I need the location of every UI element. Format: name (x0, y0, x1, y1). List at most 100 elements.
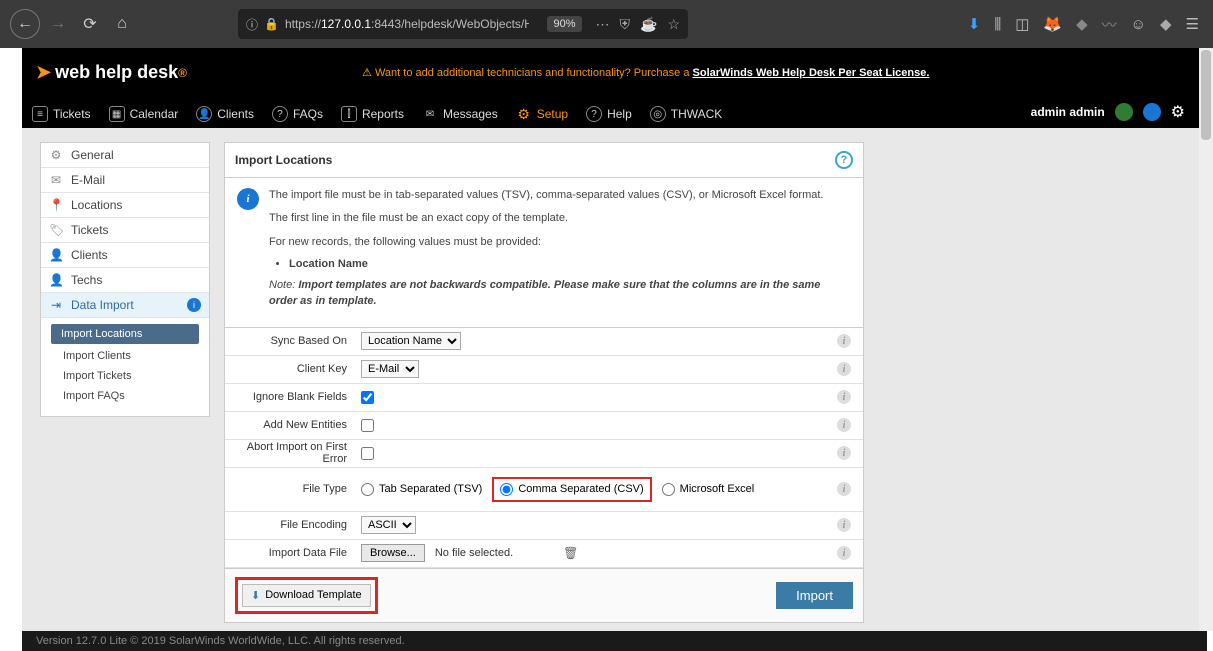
extension-icon-1[interactable]: 🦊 (1043, 15, 1062, 33)
select-encoding[interactable]: ASCII (361, 516, 416, 534)
sidebar-submenu: Import Locations Import Clients Import T… (41, 318, 209, 416)
nav-clients[interactable]: 👤Clients (196, 106, 254, 122)
profile-icon[interactable]: 👤 (1143, 103, 1161, 121)
sidebar-item-email[interactable]: ✉E-Mail (41, 168, 209, 193)
gear-small-icon: ⚙ (49, 148, 63, 162)
label-ignore: Ignore Blank Fields (225, 391, 355, 403)
nav-home-button[interactable]: ⌂ (108, 10, 136, 38)
calendar-icon: ▦ (109, 106, 125, 122)
sub-import-tickets[interactable]: Import Tickets (41, 366, 209, 386)
checkbox-add-new[interactable] (361, 419, 374, 432)
label-abort: Abort Import on First Error (225, 441, 355, 465)
downloads-icon[interactable]: ⬇ (968, 15, 981, 33)
download-template-button[interactable]: ⬇ Download Template (242, 584, 371, 607)
label-addnew: Add New Entities (225, 419, 355, 431)
sub-import-clients[interactable]: Import Clients (41, 346, 209, 366)
sidebar-panel-icon[interactable]: ◫ (1015, 15, 1029, 33)
footer-version: Version 12.7.0 Lite © 2019 SolarWinds Wo… (22, 631, 1207, 651)
pocket-icon[interactable]: ⛨ (620, 16, 631, 33)
row-ignore-blank: Ignore Blank Fields i (225, 384, 863, 412)
row-info-icon[interactable]: i (837, 418, 851, 432)
label-sync: Sync Based On (225, 335, 355, 347)
library-icon[interactable]: ⫼ (994, 16, 1001, 33)
nav-reports[interactable]: ⫿Reports (341, 106, 404, 122)
extension-icon-2[interactable]: ◆ (1076, 15, 1088, 33)
sidebar-item-general[interactable]: ⚙General (41, 143, 209, 168)
row-info-icon[interactable]: i (837, 518, 851, 532)
menu-icon[interactable]: ☰ (1186, 15, 1199, 33)
select-clientkey[interactable]: E-Mail (361, 360, 419, 378)
no-file-text: No file selected. (435, 547, 513, 559)
warning-icon: ⚠ (362, 67, 372, 79)
sidebar-item-data-import[interactable]: ⇥Data Importi (41, 293, 209, 318)
info-block: i The import file must be in tab-separat… (225, 178, 863, 328)
row-info-icon[interactable]: i (837, 546, 851, 560)
radio-csv-wrap[interactable]: Comma Separated (CSV) (492, 477, 651, 502)
radio-csv[interactable] (500, 483, 513, 496)
nav-help[interactable]: ?Help (586, 106, 632, 122)
address-bar[interactable]: ⓘ 🔒 https://127.0.0.1:8443/helpdesk/WebO… (238, 9, 688, 39)
radio-excel[interactable] (662, 483, 675, 496)
sub-import-locations[interactable]: Import Locations (51, 324, 199, 344)
nav-back-button[interactable]: ← (10, 9, 40, 39)
nav-calendar[interactable]: ▦Calendar (109, 106, 179, 122)
checkbox-ignore-blank[interactable] (361, 391, 374, 404)
radio-tsv[interactable] (361, 483, 374, 496)
nav-faqs[interactable]: ?FAQs (272, 106, 323, 122)
panel-help-icon[interactable]: ? (835, 151, 853, 169)
download-icon: ⬇ (251, 589, 260, 602)
nav-thwack[interactable]: ◎THWACK (650, 106, 723, 122)
promo-lead: Want to add additional technicians and f… (375, 67, 693, 79)
messages-icon: ✉ (422, 106, 438, 122)
nav-messages[interactable]: ✉Messages (422, 106, 498, 122)
panel-header: Import Locations ? (225, 143, 863, 178)
faqs-icon: ? (272, 106, 288, 122)
url-text: https://127.0.0.1:8443/helpdesk/WebObjec… (285, 17, 530, 31)
user-area: admin admin 👤 ⚙ (1031, 102, 1185, 122)
row-info-icon[interactable]: i (837, 446, 851, 460)
download-template-highlight: ⬇ Download Template (235, 577, 378, 614)
extension-icon-3[interactable]: 〰 (1102, 14, 1117, 35)
row-info-icon[interactable]: i (837, 482, 851, 496)
tips-icon[interactable]: ◆ (1160, 15, 1172, 33)
page-scrollbar[interactable] (1199, 48, 1213, 631)
nav-forward-button[interactable]: → (44, 10, 72, 38)
nav-setup[interactable]: ⚙Setup (516, 106, 568, 122)
panel-title: Import Locations (235, 153, 332, 167)
label-encoding: File Encoding (225, 519, 355, 531)
promo-link[interactable]: SolarWinds Web Help Desk Per Seat Licens… (693, 67, 930, 79)
scrollbar-thumb[interactable] (1201, 50, 1211, 140)
sidebar-item-tickets[interactable]: 🏷Tickets (41, 218, 209, 243)
label-filetype: File Type (225, 483, 355, 495)
label-clientkey: Client Key (225, 363, 355, 375)
import-button[interactable]: Import (776, 582, 853, 609)
sidebar-item-locations[interactable]: 📍Locations (41, 193, 209, 218)
nav-reload-button[interactable]: ⟳ (76, 10, 104, 38)
checkbox-abort[interactable] (361, 447, 374, 460)
tech-icon: 👤 (49, 273, 63, 287)
browser-toolbar: ← → ⟳ ⌂ ⓘ 🔒 https://127.0.0.1:8443/helpd… (0, 0, 1213, 48)
settings-gear-icon[interactable]: ⚙ (1171, 102, 1185, 122)
more-icon[interactable]: ⋯ (596, 16, 610, 33)
sub-import-faqs[interactable]: Import FAQs (41, 386, 209, 406)
promo-banner: ⚠ Want to add additional technicians and… (362, 66, 929, 79)
reports-icon: ⫿ (341, 106, 357, 122)
thwack-icon: ◎ (650, 106, 666, 122)
bookmark-star-icon[interactable]: ☆ (667, 16, 680, 33)
select-sync[interactable]: Location Name (361, 332, 461, 350)
browse-button[interactable]: Browse... (361, 544, 425, 562)
trash-icon[interactable]: 🗑 (563, 546, 578, 560)
row-info-icon[interactable]: i (837, 334, 851, 348)
sidebar-item-clients[interactable]: 👤Clients (41, 243, 209, 268)
nav-tickets[interactable]: ≡Tickets (32, 106, 91, 122)
info-badge-icon[interactable]: i (187, 298, 201, 312)
row-client-key: Client Key E-Mail i (225, 356, 863, 384)
row-info-icon[interactable]: i (837, 362, 851, 376)
account-icon[interactable]: ☺ (1131, 16, 1146, 33)
zoom-badge[interactable]: 90% (547, 16, 581, 32)
row-info-icon[interactable]: i (837, 390, 851, 404)
radio-excel-wrap[interactable]: Microsoft Excel (662, 483, 755, 496)
user-avatar-icon[interactable] (1115, 103, 1133, 121)
radio-tsv-wrap[interactable]: Tab Separated (TSV) (361, 483, 482, 496)
sidebar-item-techs[interactable]: 👤Techs (41, 268, 209, 293)
